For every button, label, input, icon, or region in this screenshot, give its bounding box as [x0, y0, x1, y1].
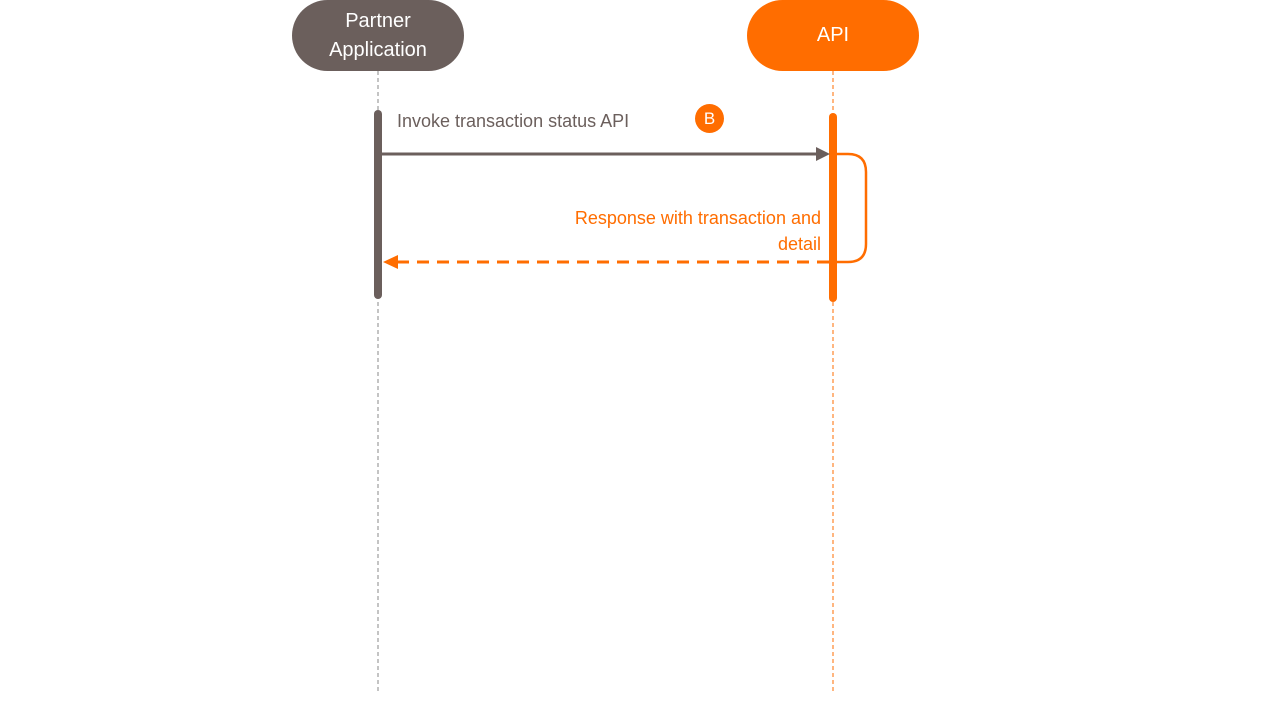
request-message-label: Invoke transaction status API: [397, 111, 630, 131]
response-message-label: Response with transaction and detail: [574, 208, 821, 254]
step-badge: B: [695, 104, 724, 133]
activation-bar-api: [829, 113, 837, 302]
activation-bar-partner: [374, 110, 382, 299]
participant-api: API: [747, 0, 919, 71]
processing-loop: [837, 152, 868, 264]
sequence-diagram-canvas: [374, 71, 868, 694]
response-arrowhead: [383, 255, 398, 269]
participant-partner-application: Partner Application: [292, 0, 464, 71]
request-arrowhead: [816, 147, 830, 161]
